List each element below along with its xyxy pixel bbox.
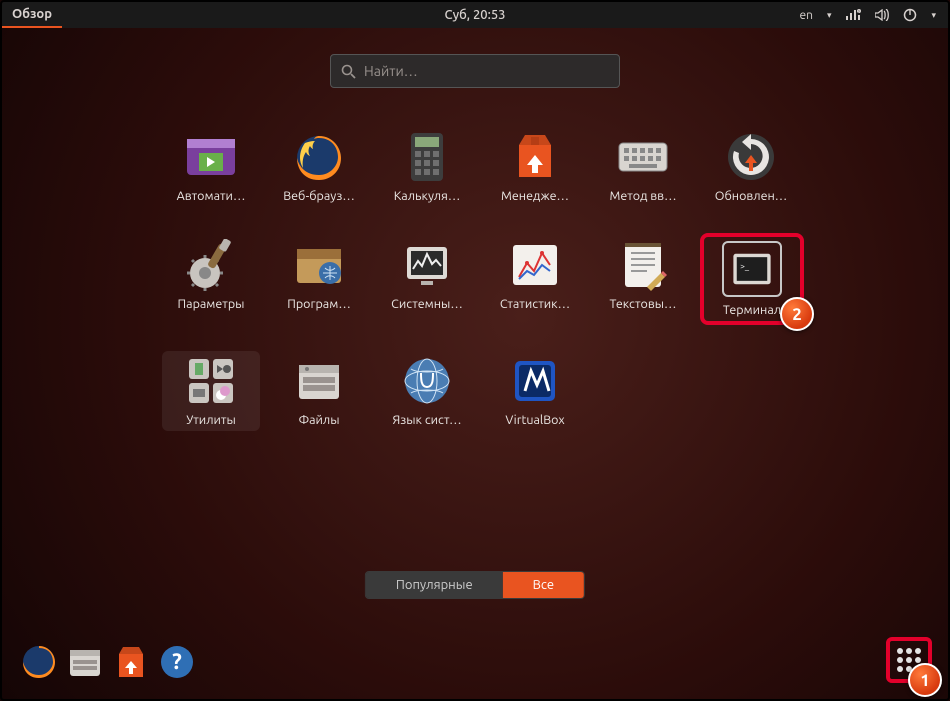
files-icon (293, 355, 345, 407)
dash-firefox[interactable] (20, 643, 58, 681)
app-input-method[interactable]: Метод вв… (594, 127, 692, 207)
search-input[interactable] (364, 63, 609, 79)
app-system-monitor[interactable]: Системны… (378, 235, 476, 323)
calculator-icon (401, 131, 453, 183)
app-software-manager[interactable]: Менедже… (486, 127, 584, 207)
svg-text:>_: >_ (740, 261, 750, 271)
app-software-updater[interactable]: Обновлен… (702, 127, 800, 207)
app-grid: Автомати… Веб-брауз… Калькуля… Менедже… … (162, 127, 802, 431)
app-label: Текстовы… (594, 297, 692, 311)
settings-icon (185, 239, 237, 291)
dash-help[interactable]: ? (158, 643, 196, 681)
dash-files[interactable] (66, 643, 104, 681)
app-label: VirtualBox (486, 413, 584, 427)
utilities-icon (185, 355, 237, 407)
search-icon (341, 64, 356, 79)
app-label: Утилиты (162, 413, 260, 427)
app-firefox[interactable]: Веб-брауз… (270, 127, 368, 207)
app-virtualbox[interactable]: VirtualBox (486, 351, 584, 431)
all-tab[interactable]: Все (503, 572, 584, 598)
view-toggle: Популярные Все (365, 571, 585, 599)
keyboard-layout-chevron-icon: ▾ (827, 10, 832, 21)
statistics-icon (509, 239, 561, 291)
app-automation[interactable]: Автомати… (162, 127, 260, 207)
terminal-icon: >_ (722, 241, 782, 297)
app-label: Автомати… (162, 189, 260, 203)
firefox-icon (293, 131, 345, 183)
app-label: Файлы (270, 413, 368, 427)
system-monitor-icon (401, 239, 453, 291)
app-label: Обновлен… (702, 189, 800, 203)
app-label: Веб-брауз… (270, 189, 368, 203)
app-label: Системны… (378, 297, 476, 311)
app-label: Калькуля… (378, 189, 476, 203)
app-terminal[interactable]: >_ Терминал 2 (702, 235, 802, 323)
frequent-tab[interactable]: Популярные (366, 572, 503, 598)
app-software-sources[interactable]: Програм… (270, 235, 368, 323)
virtualbox-icon (509, 355, 561, 407)
dash-software[interactable] (112, 643, 150, 681)
volume-icon[interactable] (875, 9, 889, 21)
app-utilities-folder[interactable]: Утилиты (162, 351, 260, 431)
activities-label: Обзор (12, 7, 52, 21)
language-icon (401, 355, 453, 407)
top-bar: Обзор Суб, 20:53 en ▾ ? ▾ (2, 2, 948, 28)
automation-icon (185, 131, 237, 183)
activities-button[interactable]: Обзор (2, 2, 62, 28)
keyboard-layout-indicator[interactable]: en (799, 9, 812, 22)
clock[interactable]: Суб, 20:53 (444, 8, 505, 22)
search-bar[interactable] (330, 54, 620, 88)
app-calculator[interactable]: Калькуля… (378, 127, 476, 207)
app-power-statistics[interactable]: Статистик… (486, 235, 584, 323)
network-icon[interactable]: ? (845, 9, 861, 21)
software-sources-icon (293, 239, 345, 291)
app-files[interactable]: Файлы (270, 351, 368, 431)
app-settings[interactable]: Параметры (162, 235, 260, 323)
app-label: Програм… (270, 297, 368, 311)
system-menu-chevron-icon: ▾ (931, 10, 936, 21)
app-label: Статистик… (486, 297, 584, 311)
step-badge-1: 1 (908, 663, 942, 697)
software-manager-icon (509, 131, 561, 183)
updater-icon (725, 131, 777, 183)
app-language-support[interactable]: Язык сист… (378, 351, 476, 431)
app-label: Параметры (162, 297, 260, 311)
svg-text:?: ? (172, 649, 182, 674)
app-label: Метод вв… (594, 189, 692, 203)
power-icon[interactable] (903, 8, 917, 22)
text-editor-icon (617, 239, 669, 291)
app-label: Менедже… (486, 189, 584, 203)
keyboard-icon (617, 131, 669, 183)
step-badge-2: 2 (780, 297, 814, 331)
dash: ? (20, 643, 196, 681)
system-tray: en ▾ ? ▾ (799, 8, 948, 22)
app-label: Язык сист… (378, 413, 476, 427)
app-text-editor[interactable]: Текстовы… (594, 235, 692, 323)
